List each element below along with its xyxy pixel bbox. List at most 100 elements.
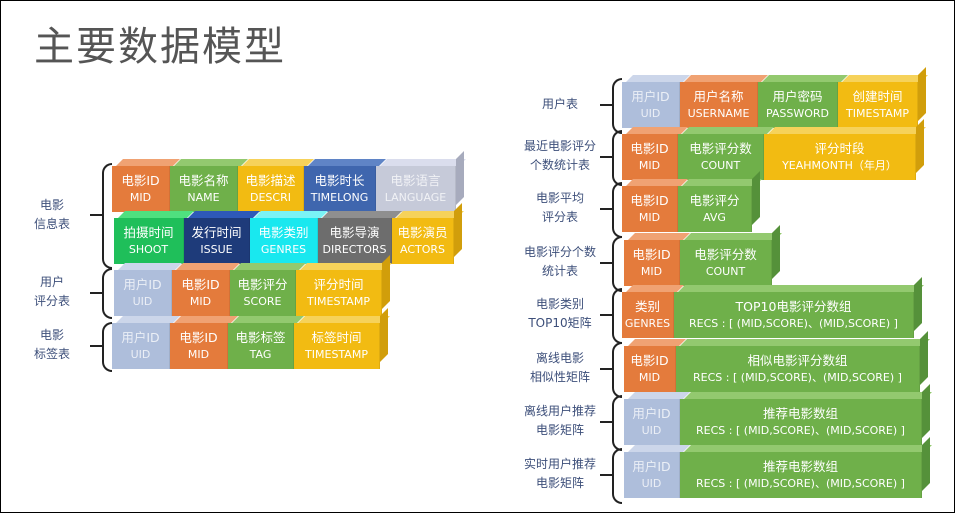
- cell-top-face: [116, 159, 180, 166]
- field-cell: 发行时间 ISSUE: [184, 211, 260, 264]
- field-cell: 推荐电影数组 RECS : [ (MID,SCORE)、(MID,SCORE) ]: [680, 445, 932, 498]
- brace: [612, 130, 622, 186]
- table-row: 拍摄时间 SHOOT 发行时间 ISSUE 电影类别 GENRES 电影导演 DIRECTOR…: [114, 203, 464, 264]
- table-row: 电影ID MID 相似电影评分数组 RECS : [ (MID,SCORE)、(MID…: [624, 331, 930, 392]
- field-cell: 电影评分数 COUNT: [678, 127, 774, 180]
- cell-top-face: [682, 179, 762, 186]
- field-name-cn: 电影导演: [329, 225, 380, 240]
- table-label-line: 电影评分个数: [523, 245, 596, 259]
- table-label-line: 标签表: [33, 347, 70, 361]
- cell-top-face: [118, 263, 182, 270]
- field-name-en: LANGUAGE: [384, 191, 447, 204]
- field-cell: 电影时长 TIMELONG: [304, 159, 386, 212]
- field-cell: 用户ID UID: [622, 75, 690, 128]
- field-name-cn: 用户ID: [121, 330, 160, 345]
- cell-top-face: [684, 75, 768, 82]
- field-name-en: UID: [132, 295, 153, 308]
- table-label-line: 评分表: [541, 210, 578, 224]
- field-name-en: AVG: [703, 211, 726, 224]
- row-side-face: [380, 308, 388, 362]
- field-name-en: RECS : [ (MID,SCORE)、(MID,SCORE) ]: [693, 371, 902, 384]
- field-name-en: MID: [638, 159, 661, 172]
- cell-top-face: [232, 316, 304, 323]
- brace: [102, 268, 112, 319]
- table-label: 最近电影评分 个数统计表: [510, 137, 610, 175]
- field-name-en: DESCRI: [250, 191, 291, 204]
- field-name-cn: 电影名称: [178, 173, 229, 188]
- cell-top-face: [116, 316, 180, 323]
- field-name-cn: 电影描述: [245, 173, 296, 188]
- field-name-en: UID: [641, 477, 662, 490]
- table-label: 离线用户推荐 电影矩阵: [510, 402, 610, 440]
- field-name-cn: 创建时间: [852, 89, 903, 104]
- field-name-en: MID: [640, 265, 663, 278]
- field-name-cn: 电影时长: [314, 173, 365, 188]
- page-title: 主要数据模型: [34, 24, 286, 70]
- field-cell: 电影评分数 COUNT: [680, 233, 782, 286]
- field-cell: 推荐电影数组 RECS : [ (MID,SCORE)、(MID,SCORE) ]: [680, 392, 932, 445]
- table-label-line: 个数统计表: [529, 158, 590, 172]
- field-cell: 电影ID MID: [624, 233, 690, 286]
- field-name-cn: 用户密码: [772, 89, 823, 104]
- table-label: 离线电影 相似性矩阵: [510, 349, 610, 387]
- field-cell: 电影名称 NAME: [170, 159, 248, 212]
- cell-top-face: [234, 263, 306, 270]
- field-name-en: MID: [187, 348, 210, 361]
- field-name-cn: 电影标签: [235, 330, 286, 345]
- cell-top-face: [242, 159, 314, 166]
- table-row: 电影ID MID 电影评分数 COUNT 评分时段 YEAHMONTH（年月）: [622, 119, 926, 180]
- table-label: 电影平均 评分表: [510, 189, 610, 227]
- cell-top-face: [254, 211, 328, 218]
- field-cell: 用户ID UID: [114, 263, 182, 316]
- field-name-en: ACTORS: [399, 243, 445, 256]
- table-row: 电影ID MID 电影名称 NAME 电影描述 DESCRI 电影时长 TIMELONG 电影语…: [112, 151, 466, 212]
- table-row: 类别 GENRES TOP10电影评分数组 RECS : [ (MID,SCORE)、…: [622, 277, 924, 338]
- field-cell: 电影ID MID: [112, 159, 180, 212]
- cell-top-face: [626, 179, 688, 186]
- row-side-face: [772, 225, 780, 279]
- field-name-cn: 电影评分数: [689, 141, 752, 156]
- field-name-en: GENRES: [260, 243, 307, 256]
- table-label-line: 相似性矩阵: [529, 370, 590, 384]
- table-label: 电影评分个数 统计表: [510, 243, 610, 281]
- field-cell: 创建时间 TIMESTAMP: [838, 75, 928, 128]
- table-label-line: 统计表: [541, 264, 578, 278]
- field-name-cn: 用户ID: [123, 277, 162, 292]
- field-cell: 用户密码 PASSWORD: [758, 75, 848, 128]
- field-cell: 用户名称 USERNAME: [680, 75, 768, 128]
- cell-top-face: [118, 211, 194, 218]
- field-name-cn: 电影ID: [632, 247, 671, 262]
- row-side-face: [456, 151, 464, 205]
- row-side-face: [382, 255, 390, 309]
- table-label-line: 电影: [39, 328, 64, 342]
- field-name-cn: 标签时间: [311, 330, 362, 345]
- field-cell: 相似电影评分数组 RECS : [ (MID,SCORE)、(MID,SCORE)…: [676, 339, 930, 392]
- cell-top-face: [628, 339, 686, 346]
- field-name-cn: 类别: [634, 299, 660, 314]
- table-label: 电影 信息表: [2, 196, 102, 234]
- cell-top-face: [682, 127, 774, 134]
- field-name-cn: 电影语言: [390, 173, 441, 188]
- field-cell: 类别 GENRES: [622, 285, 684, 338]
- field-name-en: MID: [129, 191, 152, 204]
- field-name-cn: 用户ID: [632, 406, 671, 421]
- table-label: 实时用户推荐 电影矩阵: [510, 455, 610, 493]
- table-label-line: 电影矩阵: [535, 476, 584, 490]
- table-row: 用户ID UID 电影ID MID 电影标签 TAG 标签时间 TIMESTAMP: [112, 308, 390, 369]
- table-row: 用户ID UID 推荐电影数组 RECS : [ (MID,SCORE)、(MID,S…: [624, 437, 932, 498]
- cell-top-face: [678, 285, 924, 292]
- table-label-line: 信息表: [33, 217, 70, 231]
- cell-top-face: [628, 233, 690, 240]
- field-name-cn: 电影ID: [630, 141, 669, 156]
- brace: [612, 342, 622, 398]
- cell-top-face: [762, 75, 848, 82]
- field-cell: 电影导演 DIRECTORS: [318, 211, 402, 264]
- brace: [612, 448, 622, 504]
- brace: [612, 182, 622, 238]
- brace: [612, 395, 622, 451]
- field-name-en: PASSWORD: [765, 107, 830, 120]
- field-cell: 电影评分 SCORE: [230, 263, 306, 316]
- cell-top-face: [684, 392, 932, 399]
- field-name-en: TIMESTAMP: [307, 295, 370, 308]
- row-side-face: [920, 331, 928, 385]
